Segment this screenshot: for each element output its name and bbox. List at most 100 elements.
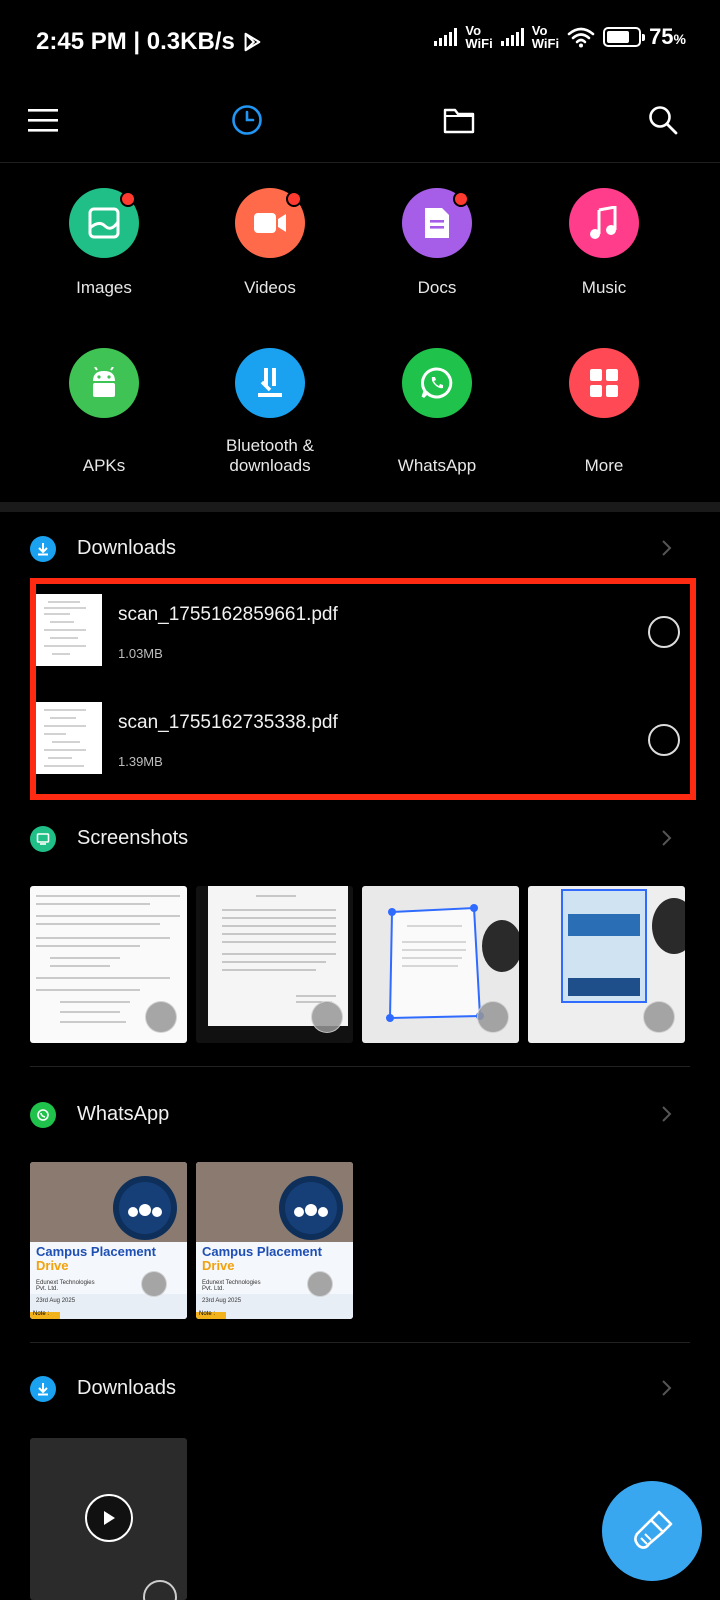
file-row[interactable]: scan_1755162735338.pdf 1.39MB [0, 688, 720, 796]
category-more[interactable]: More [519, 348, 689, 476]
file-name: scan_1755162735338.pdf [118, 712, 338, 733]
select-radio[interactable] [143, 1580, 177, 1600]
chevron-right-icon[interactable] [654, 826, 678, 850]
image-icon [69, 188, 139, 258]
select-radio[interactable] [307, 1271, 333, 1297]
menu-icon[interactable] [19, 96, 67, 144]
section-title: WhatsApp [77, 1103, 170, 1125]
downloads-thumbnails [30, 1438, 187, 1600]
play-icon[interactable] [85, 1494, 133, 1542]
cell-signal-icon-2 [500, 28, 524, 46]
poster-note: Note : [33, 1311, 50, 1317]
category-music[interactable]: Music [519, 188, 689, 298]
video-icon [235, 188, 305, 258]
vowifi-label: Vo WiFi [465, 23, 493, 51]
screenshot-thumbnail[interactable] [196, 886, 353, 1043]
category-label: Bluetooth & downloads [226, 436, 314, 475]
select-radio[interactable] [311, 1001, 343, 1033]
top-toolbar [0, 82, 720, 162]
wifi-icon [567, 27, 595, 48]
poster-subline: Drive [36, 1258, 69, 1273]
file-size: 1.39MB [118, 754, 163, 769]
screenshot-thumbnail[interactable] [528, 886, 685, 1043]
category-images[interactable]: Images [19, 188, 189, 298]
category-bluetooth-downloads[interactable]: Bluetooth & downloads [185, 348, 355, 476]
screenshot-thumbnail[interactable] [362, 886, 519, 1043]
new-badge [286, 191, 302, 207]
battery-level [607, 31, 629, 43]
category-label: APKs [82, 456, 126, 475]
section-divider [30, 1066, 690, 1067]
file-name: scan_1755162859661.pdf [118, 604, 338, 625]
cleaner-fab-button[interactable] [602, 1481, 702, 1581]
pdf-thumbnail [30, 594, 102, 666]
status-left: 2:45 PM | 0.3KB/s [36, 28, 263, 56]
category-label: Images [76, 278, 132, 297]
cell-signal-icon [434, 28, 458, 46]
category-label: Docs [417, 278, 457, 297]
category-whatsapp[interactable]: WhatsApp [352, 348, 522, 476]
video-thumbnail[interactable] [30, 1438, 187, 1600]
select-radio[interactable] [643, 1001, 675, 1033]
whatsapp-image-thumbnail[interactable]: Campus Placement Drive Edunext Technolog… [196, 1162, 353, 1319]
whatsapp-icon [30, 1102, 56, 1128]
folder-icon[interactable] [435, 96, 483, 144]
pdf-thumbnail [30, 702, 102, 774]
select-radio[interactable] [477, 1001, 509, 1033]
brush-icon [634, 1510, 673, 1549]
poster-company: Edunext Technologies Pvt. Ltd. [36, 1280, 95, 1292]
search-icon[interactable] [639, 96, 687, 144]
battery-icon [603, 27, 646, 47]
download-icon [30, 1376, 56, 1402]
grid-icon [569, 348, 639, 418]
screenshot-icon [30, 826, 56, 852]
section-title: Screenshots [77, 827, 189, 849]
poster-company: Edunext Technologies Pvt. Ltd. [202, 1280, 261, 1292]
download-tray-icon [235, 348, 305, 418]
downloads-section-header-2[interactable]: Downloads [0, 1358, 720, 1418]
vowifi-label-2: Vo WiFi [531, 23, 560, 51]
whatsapp-icon [402, 348, 472, 418]
download-icon [30, 536, 56, 562]
new-badge [453, 191, 469, 207]
file-size: 1.03MB [118, 646, 163, 661]
battery-percent: 75% [649, 24, 686, 49]
new-badge [120, 191, 136, 207]
screenshots-section-header[interactable]: Screenshots [0, 808, 720, 868]
poster-subline: Drive [202, 1258, 235, 1273]
category-label: Videos [244, 278, 296, 297]
category-label: WhatsApp [397, 456, 477, 475]
file-row[interactable]: scan_1755162859661.pdf 1.03MB [0, 580, 720, 688]
poster-note: Note : [199, 1311, 216, 1317]
downloads-section-header[interactable]: Downloads [0, 518, 720, 578]
category-label: More [584, 456, 624, 475]
music-note-icon [569, 188, 639, 258]
select-radio[interactable] [648, 616, 680, 648]
select-radio[interactable] [141, 1271, 167, 1297]
poster-headline: Campus Placement [36, 1244, 156, 1259]
select-radio[interactable] [648, 724, 680, 756]
category-docs[interactable]: Docs [352, 188, 522, 298]
whatsapp-section-header[interactable]: WhatsApp [0, 1084, 720, 1144]
status-time-speed: 2:45 PM | 0.3KB/s [36, 28, 235, 55]
screenshots-thumbnails [30, 886, 685, 1043]
section-title: Downloads [77, 537, 176, 559]
chevron-right-icon[interactable] [654, 1102, 678, 1126]
android-icon [69, 348, 139, 418]
category-videos[interactable]: Videos [185, 188, 355, 298]
category-apks[interactable]: APKs [19, 348, 189, 476]
poster-headline: Campus Placement [202, 1244, 322, 1259]
recent-clock-icon[interactable] [223, 96, 271, 144]
header-divider [0, 162, 720, 163]
chevron-right-icon[interactable] [654, 536, 678, 560]
status-right: Vo WiFi Vo WiFi 75% [434, 24, 686, 50]
screenshot-thumbnail[interactable] [30, 886, 187, 1043]
section-divider [0, 502, 720, 512]
play-store-notification-icon [244, 32, 261, 52]
whatsapp-thumbnails: Campus Placement Drive Edunext Technolog… [30, 1162, 353, 1319]
chevron-right-icon[interactable] [654, 1376, 678, 1400]
select-radio[interactable] [145, 1001, 177, 1033]
category-label: Music [581, 278, 627, 297]
document-icon [402, 188, 472, 258]
whatsapp-image-thumbnail[interactable]: Campus Placement Drive Edunext Technolog… [30, 1162, 187, 1319]
